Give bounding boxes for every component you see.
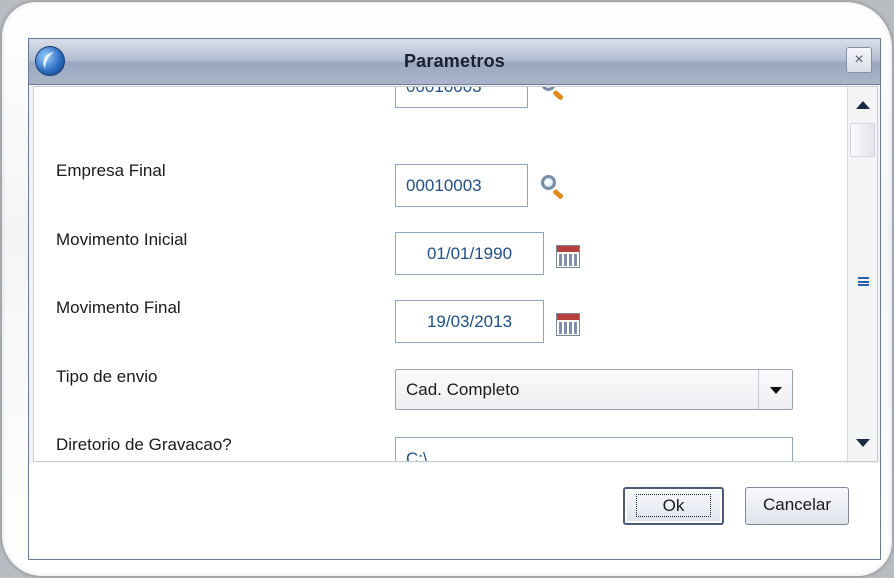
empresa-inicial-row: 00010003: [34, 87, 846, 115]
movimento-inicial-row: Movimento Inicial 01/01/1990: [34, 230, 846, 282]
vertical-scrollbar[interactable]: [847, 87, 877, 461]
movimento-inicial-label: Movimento Inicial: [56, 230, 188, 249]
magnifier-icon[interactable]: [539, 87, 565, 101]
magnifier-icon[interactable]: [539, 174, 565, 200]
diretorio-label: Diretorio de Gravacao?: [56, 435, 232, 454]
scroll-grip-icon[interactable]: [858, 277, 869, 286]
empresa-final-label: Empresa Final: [56, 161, 166, 180]
dialog-title: Parametros: [403, 51, 506, 71]
parameters-panel: 00010003 Empresa Final 00010003 Moviment…: [33, 86, 878, 462]
close-button[interactable]: ×: [846, 47, 872, 73]
dialog-footer: Ok Cancelar: [29, 463, 880, 559]
diretorio-input[interactable]: C:\: [395, 437, 793, 461]
empresa-final-input[interactable]: 00010003: [395, 164, 528, 207]
scroll-thumb[interactable]: [850, 123, 875, 157]
chevron-down-icon[interactable]: [758, 370, 792, 409]
tipo-envio-select[interactable]: Cad. Completo: [395, 369, 793, 410]
calendar-icon[interactable]: [556, 245, 580, 268]
title-bar[interactable]: Parametros ×: [29, 39, 880, 85]
tipo-envio-value: Cad. Completo: [406, 380, 520, 399]
tipo-envio-label: Tipo de envio: [56, 367, 158, 386]
movimento-final-label: Movimento Final: [56, 298, 181, 317]
tipo-envio-row: Tipo de envio Cad. Completo: [34, 367, 846, 419]
calendar-icon[interactable]: [556, 313, 580, 336]
cancel-button[interactable]: Cancelar: [745, 487, 849, 525]
empresa-inicial-input[interactable]: 00010003: [395, 87, 528, 108]
window-frame: Parametros × 00010003 Empresa Final 0001…: [2, 2, 892, 576]
scroll-up-icon[interactable]: [856, 101, 870, 109]
movimento-inicial-input[interactable]: 01/01/1990: [395, 232, 544, 275]
diretorio-row: Diretorio de Gravacao? C:\: [34, 435, 846, 461]
empresa-final-row: Empresa Final 00010003: [34, 161, 846, 215]
ok-button-label: Ok: [635, 494, 712, 517]
movimento-final-input[interactable]: 19/03/2013: [395, 300, 544, 343]
movimento-final-row: Movimento Final 19/03/2013: [34, 298, 846, 350]
ok-button[interactable]: Ok: [623, 487, 724, 525]
parametros-dialog: Parametros × 00010003 Empresa Final 0001…: [28, 38, 881, 560]
scroll-down-icon[interactable]: [856, 439, 870, 447]
